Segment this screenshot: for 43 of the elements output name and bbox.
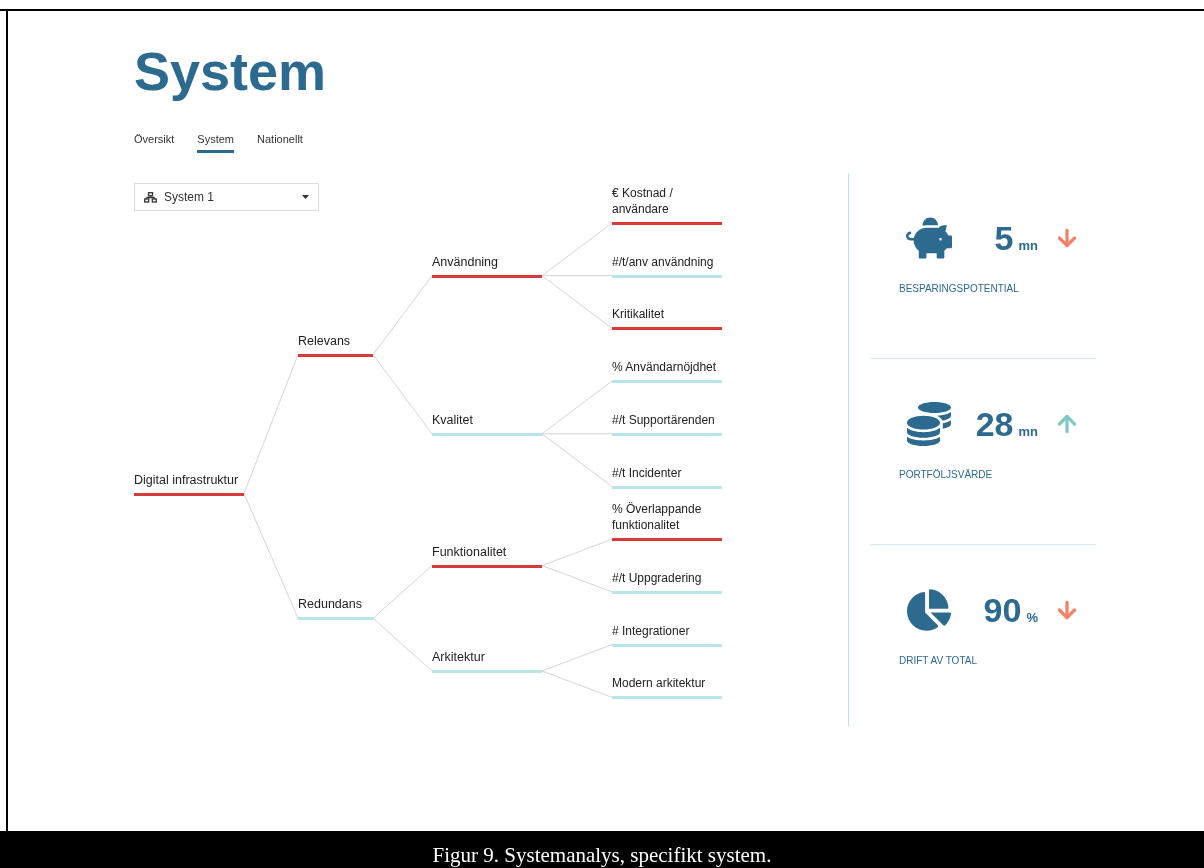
node-label: € Kostnad / användare [612, 185, 674, 217]
node-label: Funktionalitet [432, 543, 508, 560]
node-label: Modern arkitektur [612, 675, 707, 692]
stat-label: PORTFÖLJSVÄRDE [898, 468, 994, 482]
node-label: % Användarnöjdhet [612, 359, 718, 376]
connector-line [372, 617, 433, 672]
stat-value: 90 [983, 590, 1022, 630]
stat-label: BESPARINGSPOTENTIAL [898, 282, 1020, 296]
connector-line [541, 565, 613, 593]
piggy-bank-icon [906, 215, 952, 261]
system-dropdown[interactable]: System 1 [134, 183, 319, 211]
caret-icon [302, 195, 309, 199]
node-label: Redundans [298, 596, 363, 613]
tab[interactable]: System [197, 131, 235, 153]
node-label: Arkitektur [432, 648, 486, 665]
stat-unit: mn [1018, 423, 1038, 441]
node-label: Kritikalitet [612, 306, 665, 323]
page-title: System [134, 41, 328, 101]
tab[interactable]: Översikt [134, 131, 175, 153]
node-label: #/t/anv användning [612, 253, 715, 270]
stat-label: DRIFT AV TOTAL [898, 654, 978, 668]
node-label: #/t Incidenter [612, 464, 683, 481]
network-icon [144, 191, 157, 203]
stat-value: 28 [975, 404, 1014, 444]
connector-line [541, 538, 613, 567]
node-label: % Överlappande funktionalitet [612, 501, 703, 534]
node-label: Relevans [298, 332, 352, 349]
node-label: #/t Supportärenden [612, 411, 716, 428]
connector-line [541, 644, 613, 672]
node-label: #/t Uppgradering [612, 569, 703, 586]
tab[interactable]: Nationellt [257, 131, 303, 153]
coins-icon [907, 402, 951, 446]
stat-unit: mn [1018, 237, 1038, 255]
connector-line [541, 670, 613, 698]
node-label: Kvalitet [432, 411, 474, 428]
node-label: Användning [432, 253, 500, 270]
pie-chart-icon [907, 588, 951, 632]
connector-line [372, 565, 433, 619]
node-label: Digital infrastruktur [134, 471, 240, 488]
stat-value: 5 [994, 218, 1014, 258]
figure-caption: Figur 9. Systemanalys, specifikt system. [432, 843, 772, 868]
stat-unit: % [1026, 609, 1038, 627]
node-label: # Integrationer [612, 622, 691, 639]
